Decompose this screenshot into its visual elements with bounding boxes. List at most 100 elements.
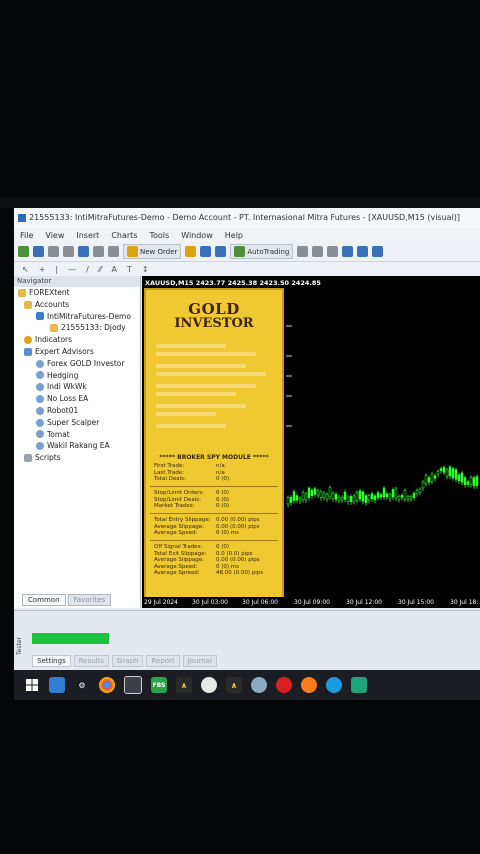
menu-help[interactable]: Help xyxy=(225,231,243,240)
settings-gear-icon[interactable]: ⚙ xyxy=(74,677,90,693)
firefox-icon[interactable] xyxy=(301,677,317,693)
horizontal-line-icon[interactable]: — xyxy=(68,265,76,274)
edge-icon[interactable] xyxy=(326,677,342,693)
fbs-icon[interactable]: FBS xyxy=(151,677,167,693)
app-icon[interactable] xyxy=(49,677,65,693)
market-watch-icon[interactable] xyxy=(78,246,89,257)
metatrader5-icon[interactable] xyxy=(351,677,367,693)
data-window-icon[interactable] xyxy=(93,246,104,257)
tree-ea-label: No Loss EA xyxy=(47,394,89,404)
navigator-icon[interactable] xyxy=(108,246,119,257)
faint-text xyxy=(156,392,236,396)
strategy-tester-icon[interactable] xyxy=(200,246,212,257)
tree-account-id[interactable]: 21555133: Djody xyxy=(14,322,140,334)
tab-report[interactable]: Report xyxy=(146,655,180,667)
tree-ea-item[interactable]: Forex GOLD Investor xyxy=(14,358,140,370)
file-explorer-icon[interactable] xyxy=(124,676,142,694)
menu-view[interactable]: View xyxy=(45,231,64,240)
robot-icon xyxy=(36,371,44,380)
tab-graph[interactable]: Graph xyxy=(112,655,144,667)
candles-icon[interactable] xyxy=(312,246,324,257)
tree-ea-item[interactable]: Wakil Rakang EA xyxy=(14,440,140,452)
tile-windows-icon[interactable] xyxy=(372,246,384,257)
tree-ea-item[interactable]: Robot01 xyxy=(14,405,140,417)
menu-file[interactable]: File xyxy=(20,231,33,240)
zoom-minus-icon[interactable] xyxy=(357,246,369,257)
candle-body xyxy=(367,495,371,501)
profiles-icon[interactable] xyxy=(33,246,44,257)
candle-body xyxy=(454,469,458,480)
candle-body xyxy=(298,498,302,502)
zoom-plus-icon[interactable] xyxy=(342,246,354,257)
tab-settings[interactable]: Settings xyxy=(32,655,71,667)
metatrader-icon[interactable]: ∧ xyxy=(176,677,192,693)
circle-app-icon[interactable] xyxy=(201,677,217,693)
channel-icon[interactable]: ⁄⁄ xyxy=(99,265,102,274)
candle-body xyxy=(352,495,356,502)
zoom-out-icon[interactable] xyxy=(63,246,74,257)
candle-body xyxy=(301,491,305,500)
candle-body xyxy=(295,495,299,501)
scripts-icon xyxy=(24,454,32,463)
tab-common[interactable]: Common xyxy=(22,594,66,606)
candle-body xyxy=(346,496,350,503)
tree-ea-item[interactable]: Hedging xyxy=(14,370,140,382)
brush-app-icon[interactable] xyxy=(251,677,267,693)
menu-tools[interactable]: Tools xyxy=(149,231,169,240)
label-tool[interactable]: T xyxy=(127,265,132,274)
new-chart-icon[interactable] xyxy=(18,246,29,257)
candle-body xyxy=(457,474,461,482)
stat-value: 48.00 (0.00) pips xyxy=(216,570,264,576)
candle-body xyxy=(463,477,467,485)
candle-body xyxy=(385,493,389,498)
candle-body xyxy=(394,488,398,499)
candle-body xyxy=(319,491,323,498)
tree-scripts[interactable]: Scripts xyxy=(14,452,140,464)
cursor-icon[interactable]: ↖ xyxy=(22,265,29,274)
chart-window[interactable]: XAUUSD,M15 2423.77 2425.38 2423.50 2424.… xyxy=(142,276,480,608)
trendline-icon[interactable]: / xyxy=(86,265,89,274)
folder-icon xyxy=(18,288,26,297)
tree-expert-advisors[interactable]: Expert Advisors xyxy=(14,346,140,358)
terminal-icon[interactable] xyxy=(215,246,227,257)
menu-insert[interactable]: Insert xyxy=(76,231,99,240)
vertical-line-icon[interactable]: | xyxy=(55,265,58,274)
menu-window[interactable]: Window xyxy=(181,231,213,240)
start-icon[interactable] xyxy=(24,677,40,693)
tree-ea-item[interactable]: No Loss EA xyxy=(14,393,140,405)
drawing-toolbar: ↖ + | — / ⁄⁄ A T ↕ xyxy=(14,262,480,276)
tab-results[interactable]: Results xyxy=(73,655,109,667)
tree-accounts[interactable]: Accounts xyxy=(14,299,140,311)
tree-ea-item[interactable]: Super Scalper xyxy=(14,417,140,429)
opera-icon[interactable] xyxy=(276,677,292,693)
time-label: 29 Jul 2024 xyxy=(144,599,178,606)
candle-body xyxy=(307,487,311,498)
candle-body xyxy=(316,490,320,496)
tab-favorites[interactable]: Favorites xyxy=(67,594,112,606)
crosshair-icon[interactable]: + xyxy=(39,265,46,274)
tree-account-server[interactable]: IntiMitraFutures-Demo xyxy=(14,311,140,323)
time-label: 30 Jul 18: xyxy=(450,599,479,606)
bar-chart-icon[interactable] xyxy=(297,246,309,257)
tree-ea-item[interactable]: Tomat xyxy=(14,429,140,441)
arrows-icon[interactable]: ↕ xyxy=(142,265,149,274)
tree-ea-label: Super Scalper xyxy=(47,417,100,427)
metaeditor-icon[interactable] xyxy=(185,246,197,257)
line-chart-icon[interactable] xyxy=(327,246,339,257)
zoom-in-icon[interactable] xyxy=(48,246,59,257)
tree-root[interactable]: FOREXtent xyxy=(14,287,140,299)
tab-journal[interactable]: Journal xyxy=(182,655,217,667)
tree-indicators[interactable]: Indicators xyxy=(14,334,140,346)
text-tool[interactable]: A xyxy=(111,265,116,274)
new-order-button[interactable]: New Order xyxy=(123,244,182,259)
faint-text xyxy=(156,384,256,388)
chrome-icon[interactable] xyxy=(99,677,115,693)
time-axis: 29 Jul 2024 30 Jul 03:00 30 Jul 06:00 30… xyxy=(142,597,480,608)
tree-ea-item[interactable]: Indi WkWk xyxy=(14,381,140,393)
menu-charts[interactable]: Charts xyxy=(111,231,137,240)
metatrader-icon[interactable]: ∧ xyxy=(226,677,242,693)
faint-text xyxy=(156,404,246,408)
auto-trading-button[interactable]: AutoTrading xyxy=(230,244,294,259)
candle-body xyxy=(337,496,341,501)
candle-body xyxy=(436,471,440,475)
